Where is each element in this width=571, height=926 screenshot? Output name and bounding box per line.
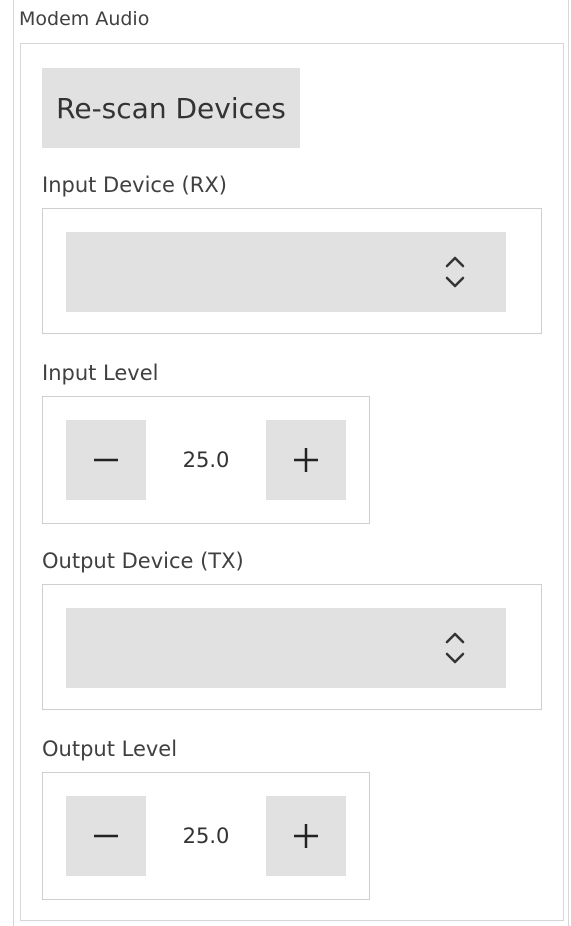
input-device-label: Input Device (RX) (42, 173, 227, 197)
input-level-stepper: 25.0 (42, 396, 370, 524)
output-level-label: Output Level (42, 737, 178, 761)
output-level-decrement-button[interactable] (66, 796, 146, 876)
output-level-increment-button[interactable] (266, 796, 346, 876)
input-level-increment-button[interactable] (266, 420, 346, 500)
output-device-frame (42, 584, 542, 710)
input-level-value[interactable]: 25.0 (146, 420, 266, 500)
rescan-devices-button[interactable]: Re-scan Devices (42, 68, 300, 148)
input-device-frame (42, 208, 542, 334)
output-level-value[interactable]: 25.0 (146, 796, 266, 876)
output-device-select[interactable] (66, 608, 506, 688)
minus-icon (94, 458, 118, 462)
input-level-decrement-button[interactable] (66, 420, 146, 500)
minus-icon (94, 834, 118, 838)
group-title: Modem Audio (19, 8, 150, 30)
plus-icon (294, 824, 318, 848)
spinner-updown-icon (445, 256, 465, 288)
plus-icon (294, 448, 318, 472)
input-device-select[interactable] (66, 232, 506, 312)
spinner-updown-icon (445, 632, 465, 664)
output-level-stepper: 25.0 (42, 772, 370, 900)
output-device-label: Output Device (TX) (42, 549, 244, 573)
input-level-label: Input Level (42, 361, 159, 385)
